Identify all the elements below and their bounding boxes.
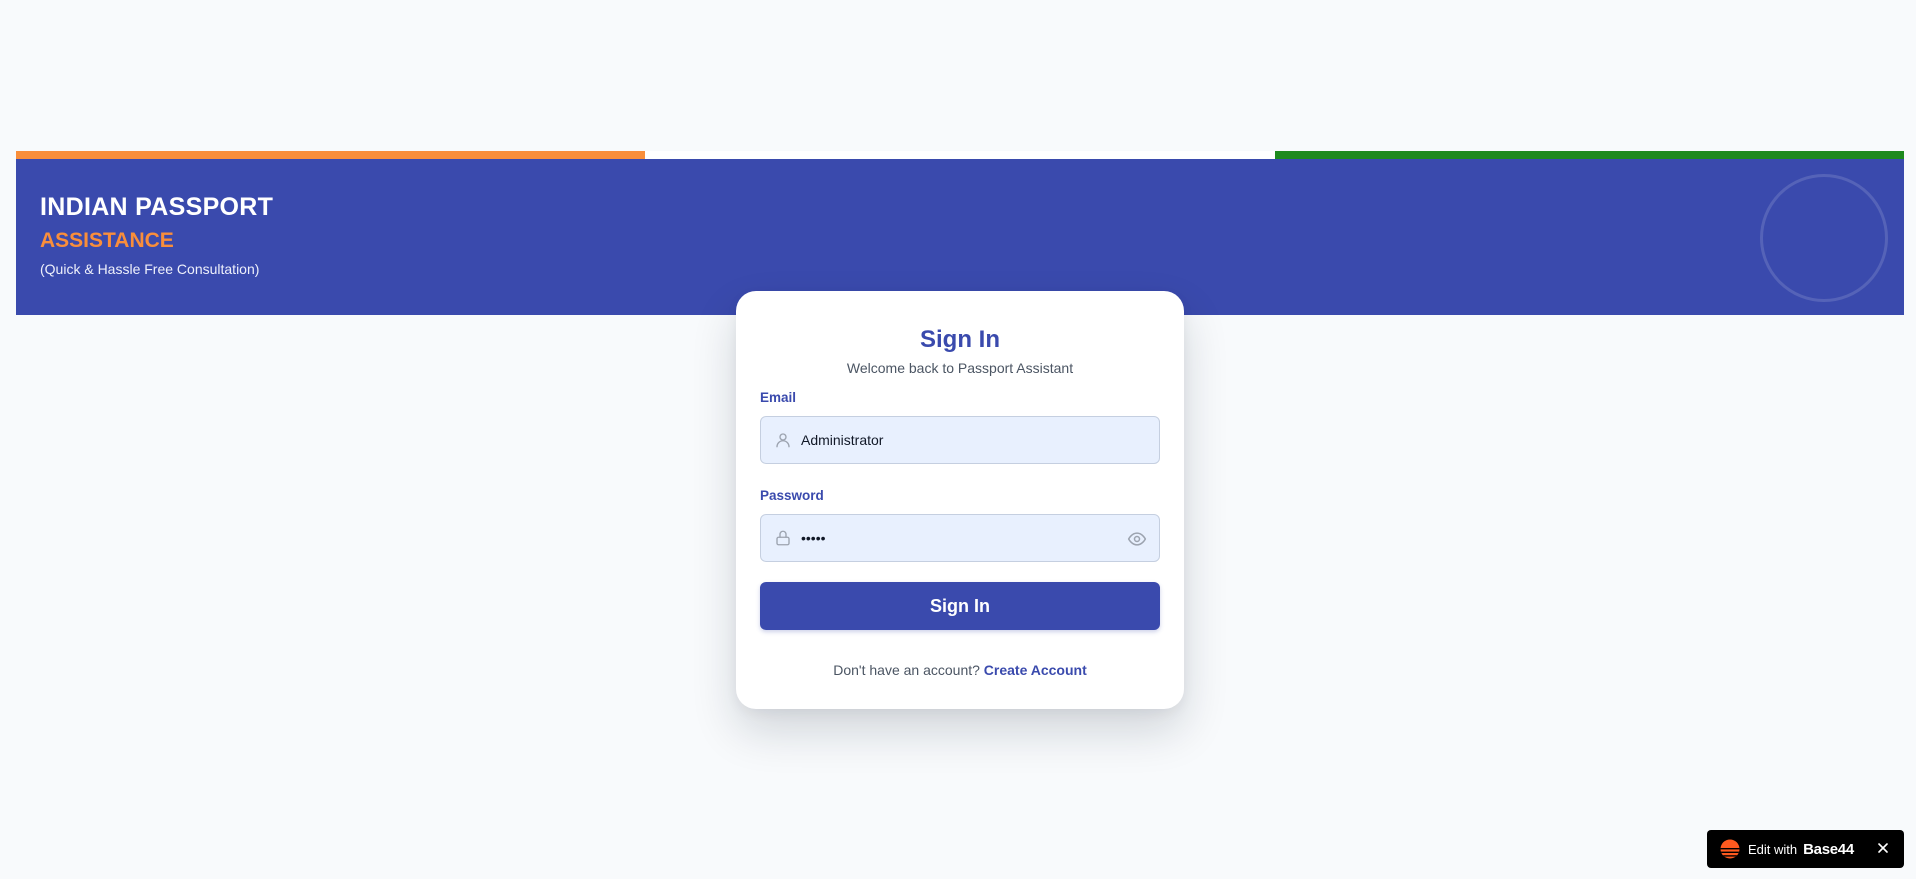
sign-in-card: Sign In Welcome back to Passport Assista… — [736, 291, 1184, 709]
create-account-link[interactable]: Create Account — [984, 662, 1087, 678]
password-input[interactable] — [761, 515, 1159, 561]
brand-subtitle: ASSISTANCE — [40, 229, 174, 252]
badge-text: Edit with — [1748, 841, 1798, 857]
eye-icon[interactable] — [1127, 529, 1147, 549]
login-page: INDIAN PASSPORT ASSISTANCE (Quick & Hass… — [0, 0, 1916, 879]
email-field-wrapper — [760, 416, 1160, 464]
brand-title: INDIAN PASSPORT — [40, 193, 274, 221]
email-input[interactable] — [761, 417, 1159, 463]
sign-in-button[interactable]: Sign In — [760, 582, 1160, 630]
green-band — [1274, 151, 1904, 159]
email-label: Email — [760, 390, 797, 405]
sign-in-title: Sign In — [920, 326, 1000, 353]
brand-tagline: (Quick & Hassle Free Consultation) — [40, 261, 260, 277]
signup-prompt: Don't have an account? — [833, 662, 980, 678]
sign-in-subtitle: Welcome back to Passport Assistant — [846, 360, 1074, 376]
tricolor-stripe — [16, 151, 1904, 159]
white-band — [645, 151, 1275, 159]
close-icon[interactable] — [1876, 841, 1890, 855]
password-label: Password — [760, 488, 824, 503]
edit-with-base44-badge[interactable]: Edit with Base44 — [1707, 830, 1904, 868]
saffron-band — [16, 151, 646, 159]
base44-logo-icon — [1720, 839, 1740, 859]
decorative-circle — [1760, 174, 1888, 302]
user-icon — [776, 433, 790, 448]
lock-icon — [776, 530, 790, 546]
badge-brand: Base44 — [1803, 840, 1854, 858]
password-field-wrapper — [760, 514, 1160, 562]
signup-prompt-line: Don't have an account? Create Account — [760, 660, 1160, 680]
